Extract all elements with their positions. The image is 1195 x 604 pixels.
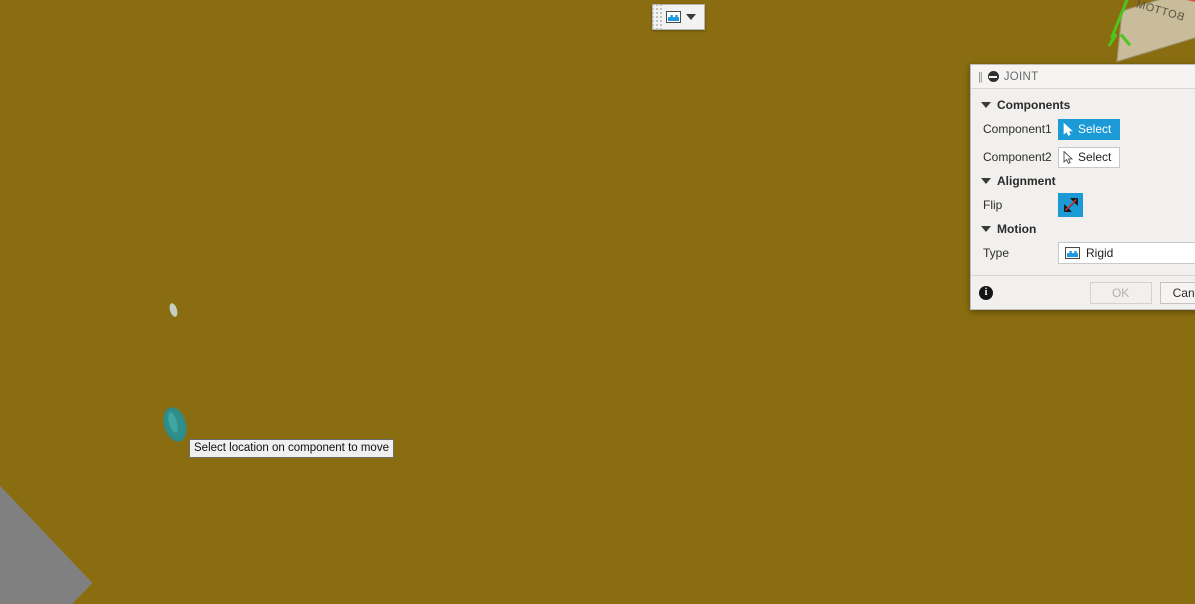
joint-dialog-footer: i OK Cancel xyxy=(971,275,1195,309)
joint-dialog[interactable]: || JOINT Components Component1 Select Co… xyxy=(970,64,1195,310)
joint-dialog-body: Components Component1 Select Component2 … xyxy=(971,89,1195,275)
triangle-down-icon[interactable] xyxy=(981,178,991,184)
label-flip: Flip xyxy=(983,198,1003,212)
motion-type-dropdown[interactable]: Rigid xyxy=(1058,242,1195,264)
label-component1: Component1 xyxy=(983,122,1052,136)
group-header-alignment[interactable]: Alignment xyxy=(971,171,1195,191)
group-label-motion: Motion xyxy=(997,222,1037,236)
info-icon[interactable]: i xyxy=(979,285,993,300)
group-header-components[interactable]: Components xyxy=(971,95,1195,115)
select-component1-button[interactable]: Select xyxy=(1058,118,1121,140)
select-component2-label: Select xyxy=(1078,150,1112,164)
dialog-drag-handle[interactable]: || xyxy=(978,71,983,83)
joint-dialog-title-bar[interactable]: || JOINT xyxy=(971,65,1195,89)
rigid-joint-icon xyxy=(1065,247,1080,259)
select-component2-button[interactable]: Select xyxy=(1058,146,1121,168)
cursor-arrow-icon xyxy=(1063,150,1074,164)
group-label-alignment: Alignment xyxy=(997,174,1056,188)
cursor-arrow-icon xyxy=(1063,122,1073,136)
select-component1-label: Select xyxy=(1078,122,1112,136)
group-header-motion[interactable]: Motion xyxy=(971,219,1195,239)
model-hole-small xyxy=(168,302,179,318)
joint-icon xyxy=(987,71,999,82)
row-component1: Component1 Select xyxy=(971,115,1195,143)
chevron-down-icon[interactable] xyxy=(686,14,696,20)
flip-button[interactable] xyxy=(1058,193,1083,217)
row-flip: Flip xyxy=(971,191,1195,219)
ok-button[interactable]: OK xyxy=(1089,281,1152,304)
motion-type-value: Rigid xyxy=(1086,246,1114,260)
label-motion-type: Type xyxy=(983,246,1010,260)
cancel-button[interactable]: Cancel xyxy=(1159,281,1195,304)
joint-type-mini-toolbar[interactable] xyxy=(652,4,705,30)
row-motion-type: Type Rigid xyxy=(971,239,1195,267)
flip-arrows-icon xyxy=(1063,198,1078,212)
page-title: JOINT xyxy=(1003,70,1039,83)
mini-toolbar-drag-handle[interactable] xyxy=(653,5,663,29)
mini-toolbar-joint-type-button[interactable] xyxy=(663,5,701,29)
label-component2: Component2 xyxy=(983,150,1052,164)
row-component2: Component2 Select xyxy=(971,143,1195,171)
triangle-down-icon[interactable] xyxy=(981,102,991,108)
group-label-components: Components xyxy=(997,98,1071,112)
rigid-joint-icon xyxy=(666,11,681,23)
tooltip: Select location on component to move xyxy=(189,439,394,458)
triangle-down-icon[interactable] xyxy=(981,226,991,232)
